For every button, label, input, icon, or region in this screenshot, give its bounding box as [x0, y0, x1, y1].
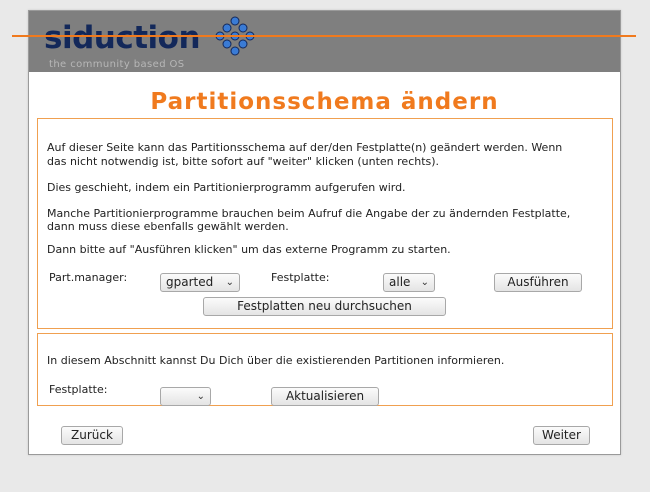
header-banner: siduction the community based OS	[29, 11, 620, 72]
partition-edit-panel: Auf dieser Seite kann das Partitionssche…	[37, 118, 613, 329]
info-disk-label: Festplatte:	[49, 383, 108, 396]
disk-value: alle	[389, 275, 411, 289]
intro-text-line2: das nicht notwendig ist, bitte sofort au…	[47, 155, 440, 168]
info-text: In diesem Abschnitt kannst Du Dich über …	[47, 354, 505, 367]
header-accent-line	[12, 35, 636, 37]
tagline: the community based OS	[49, 59, 185, 70]
chevron-down-icon: ⌄	[225, 277, 234, 288]
chevron-down-icon: ⌄	[196, 391, 205, 402]
info-disk-select[interactable]: ⌄	[160, 387, 211, 406]
chevron-down-icon: ⌄	[420, 277, 429, 288]
intro-text-line1: Auf dieser Seite kann das Partitionssche…	[47, 141, 563, 154]
disk-select[interactable]: alle ⌄	[383, 273, 435, 292]
disk-label: Festplatte:	[271, 271, 330, 284]
part-manager-value: gparted	[166, 275, 214, 289]
next-button[interactable]: Weiter	[533, 426, 590, 445]
note-text-line1: Manche Partitionierprogramme brauchen be…	[47, 207, 571, 220]
method-text: Dies geschieht, indem ein Partitionierpr…	[47, 181, 406, 194]
run-hint-text: Dann bitte auf "Ausführen klicken" um da…	[47, 243, 451, 256]
rescan-disks-button[interactable]: Festplatten neu durchsuchen	[203, 297, 446, 316]
note-text-line2: dann muss diese ebenfalls gewählt werden…	[47, 220, 289, 233]
part-manager-label: Part.manager:	[49, 271, 128, 284]
part-manager-select[interactable]: gparted ⌄	[160, 273, 240, 292]
page-title: Partitionsschema ändern	[150, 89, 499, 115]
installer-window: siduction the community based OS Partiti…	[28, 10, 621, 455]
siduction-logo-text: siduction	[44, 20, 201, 56]
back-button[interactable]: Zurück	[61, 426, 123, 445]
execute-button[interactable]: Ausführen	[494, 273, 582, 292]
refresh-button[interactable]: Aktualisieren	[271, 387, 379, 406]
partition-info-panel: In diesem Abschnitt kannst Du Dich über …	[37, 333, 613, 406]
